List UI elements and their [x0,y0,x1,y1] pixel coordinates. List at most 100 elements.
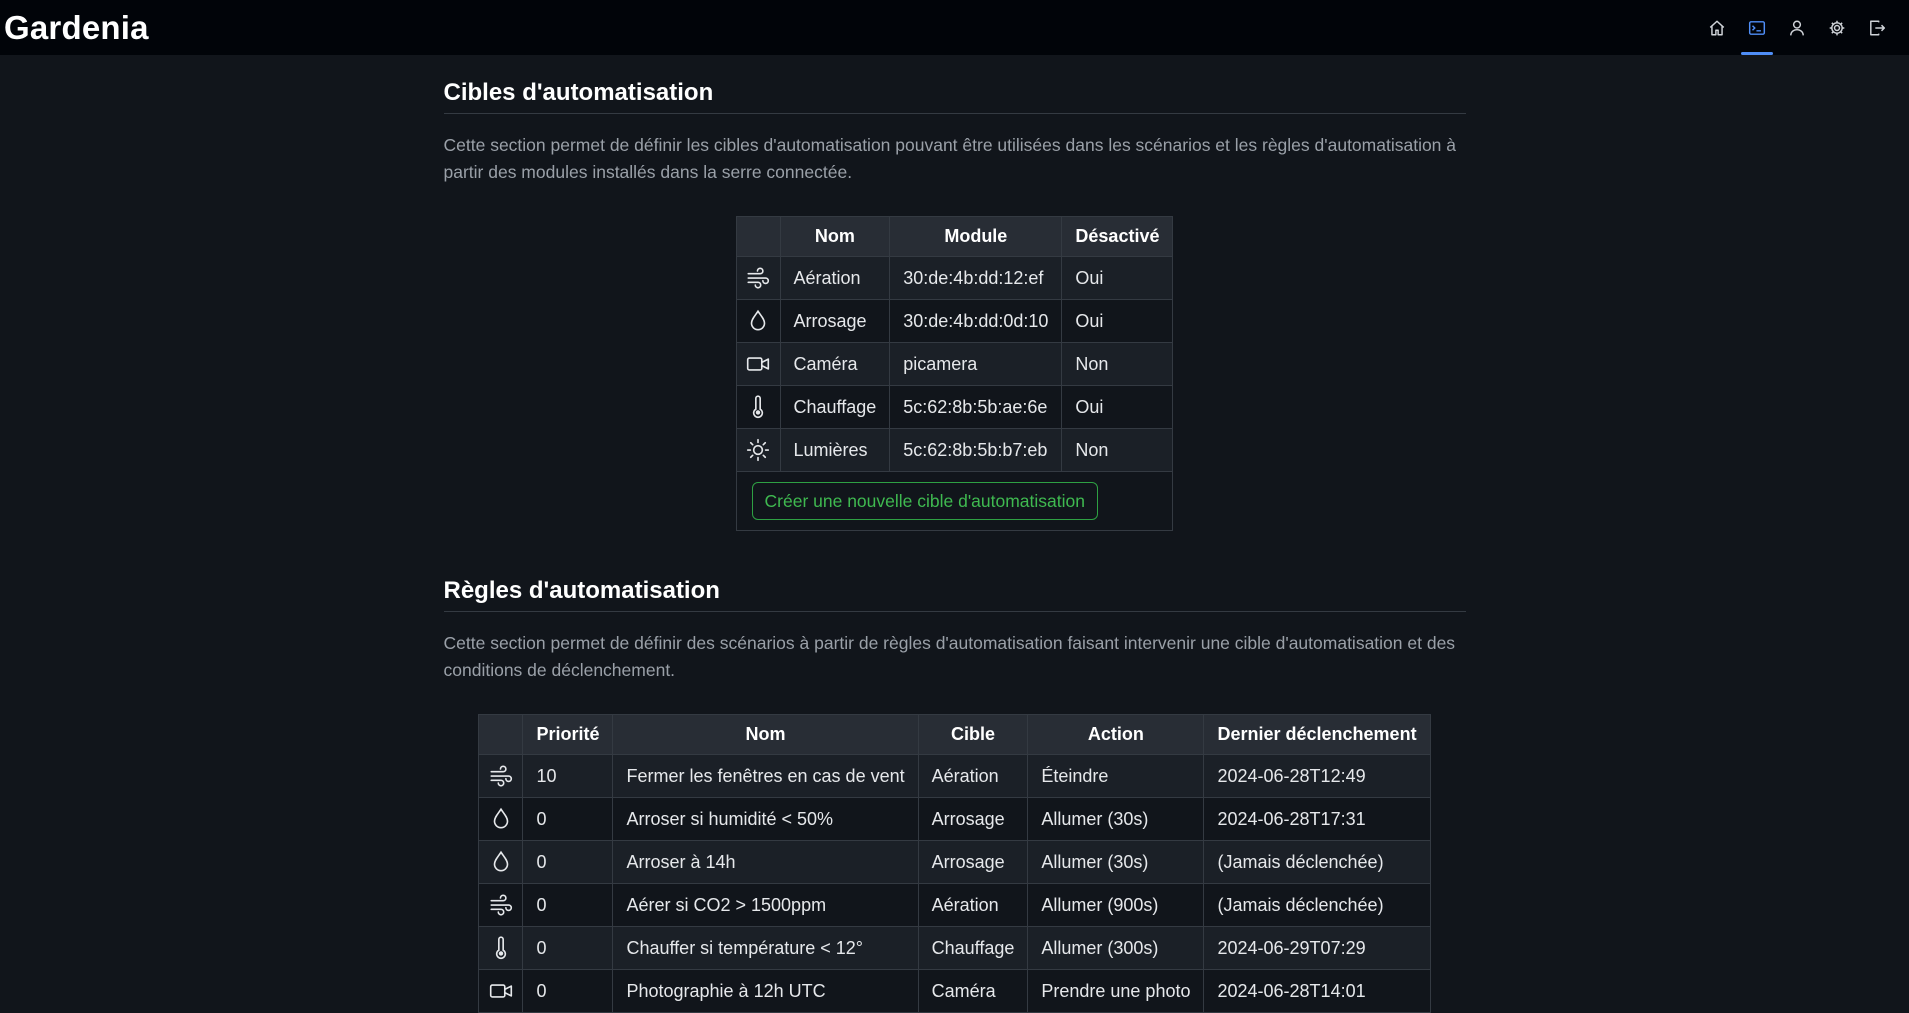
nav-logout[interactable] [1857,0,1897,55]
logout-icon [1870,20,1886,35]
header-name: Nom [612,714,919,755]
rule-last-trigger: (Jamais déclenchée) [1203,883,1431,927]
rule-priority: 10 [522,754,614,798]
table-row[interactable]: 10 Fermer les fenêtres en cas de vent Aé… [478,754,1431,798]
create-target-button[interactable]: Créer une nouvelle cible d'automatisatio… [751,482,1098,520]
table-row[interactable]: 0 Photographie à 12h UTC Caméra Prendre … [478,969,1431,1013]
wind-icon [747,267,770,289]
rule-name: Chauffer si température < 12° [612,926,919,970]
header-target: Cible [917,714,1029,755]
header-last-trigger: Dernier déclenchement [1203,714,1431,755]
rule-priority: 0 [522,883,614,927]
header-priority: Priorité [522,714,614,755]
rule-last-trigger: 2024-06-29T07:29 [1203,926,1431,970]
camera-icon [489,984,513,998]
nav-terminal[interactable] [1737,0,1777,55]
rule-target: Arrosage [917,840,1029,884]
wind-icon [490,894,513,916]
rule-name: Fermer les fenêtres en cas de vent [612,754,919,798]
camera-icon [746,357,770,371]
target-module: 30:de:4b:dd:12:ef [889,256,1063,300]
targets-section: Cibles d'automatisation Cette section pe… [443,79,1466,531]
rule-priority: 0 [522,969,614,1013]
thermometer-icon [752,395,764,419]
target-module: 30:de:4b:dd:0d:10 [889,299,1063,343]
target-disabled: Non [1061,428,1174,472]
rule-action: Éteindre [1027,754,1205,798]
brand-logo[interactable]: Gardenia [4,9,149,47]
target-module: picamera [889,342,1063,386]
rule-action: Prendre une photo [1027,969,1205,1013]
rules-header-row: Priorité Nom Cible Action Dernier déclen… [478,714,1431,755]
gear-icon [1829,20,1845,35]
wind-icon [490,765,513,787]
nav-settings[interactable] [1817,0,1857,55]
table-row[interactable]: Chauffage 5c:62:8b:5b:ae:6e Oui [735,385,1174,429]
table-row[interactable]: Aération 30:de:4b:dd:12:ef Oui [735,256,1174,300]
create-target-row: Créer une nouvelle cible d'automatisatio… [735,471,1174,531]
rule-last-trigger: 2024-06-28T12:49 [1203,754,1431,798]
rule-last-trigger: 2024-06-28T14:01 [1203,969,1431,1013]
sun-icon [746,438,770,462]
user-icon [1790,20,1804,35]
target-module: 5c:62:8b:5b:b7:eb [889,428,1063,472]
rule-name: Arroser à 14h [612,840,919,884]
droplet-icon [493,850,509,872]
top-navbar: Gardenia [0,0,1909,55]
target-name: Lumières [779,428,891,472]
rule-name: Aérer si CO2 > 1500ppm [612,883,919,927]
target-disabled: Oui [1061,256,1174,300]
header-disabled: Désactivé [1061,216,1174,257]
header-module: Module [889,216,1063,257]
table-row[interactable]: Arrosage 30:de:4b:dd:0d:10 Oui [735,299,1174,343]
target-disabled: Oui [1061,299,1174,343]
terminal-icon [1748,20,1766,35]
targets-description: Cette section permet de définir les cibl… [443,135,1457,182]
rule-action: Allumer (30s) [1027,797,1205,841]
droplet-icon [493,807,509,829]
targets-title: Cibles d'automatisation [443,79,1466,114]
target-name: Chauffage [779,385,891,429]
nav-profile[interactable] [1777,0,1817,55]
rule-last-trigger: 2024-06-28T17:31 [1203,797,1431,841]
rule-target: Arrosage [917,797,1029,841]
rule-target: Aération [917,883,1029,927]
target-disabled: Non [1061,342,1174,386]
targets-table: Nom Module Désactivé Aération 30:de:4b:d… [735,216,1174,531]
table-row[interactable]: 0 Chauffer si température < 12° Chauffag… [478,926,1431,970]
target-name: Arrosage [779,299,891,343]
header-icon [735,216,781,257]
targets-header-row: Nom Module Désactivé [735,216,1174,257]
rule-name: Arroser si humidité < 50% [612,797,919,841]
target-name: Caméra [779,342,891,386]
rule-target: Aération [917,754,1029,798]
rule-last-trigger: (Jamais déclenchée) [1203,840,1431,884]
rules-description: Cette section permet de définir des scén… [443,633,1456,680]
rule-target: Caméra [917,969,1029,1013]
rules-section: Règles d'automatisation Cette section pe… [443,577,1466,1013]
rule-priority: 0 [522,926,614,970]
rules-table: Priorité Nom Cible Action Dernier déclen… [478,714,1431,1013]
rule-priority: 0 [522,840,614,884]
table-row[interactable]: Caméra picamera Non [735,342,1174,386]
table-row[interactable]: Lumières 5c:62:8b:5b:b7:eb Non [735,428,1174,472]
nav-home[interactable] [1697,0,1737,55]
thermometer-icon [495,936,507,960]
rules-title: Règles d'automatisation [443,577,1466,612]
table-row[interactable]: 0 Aérer si CO2 > 1500ppm Aération Allume… [478,883,1431,927]
target-disabled: Oui [1061,385,1174,429]
rule-target: Chauffage [917,926,1029,970]
rule-name: Photographie à 12h UTC [612,969,919,1013]
droplet-icon [750,309,766,331]
table-row[interactable]: 0 Arroser à 14h Arrosage Allumer (30s) (… [478,840,1431,884]
nav-icons [1697,0,1897,55]
rule-priority: 0 [522,797,614,841]
target-module: 5c:62:8b:5b:ae:6e [889,385,1063,429]
target-name: Aération [779,256,891,300]
home-icon [1709,20,1725,35]
rule-action: Allumer (300s) [1027,926,1205,970]
rule-action: Allumer (900s) [1027,883,1205,927]
header-name: Nom [779,216,891,257]
header-icon [478,714,524,755]
table-row[interactable]: 0 Arroser si humidité < 50% Arrosage All… [478,797,1431,841]
